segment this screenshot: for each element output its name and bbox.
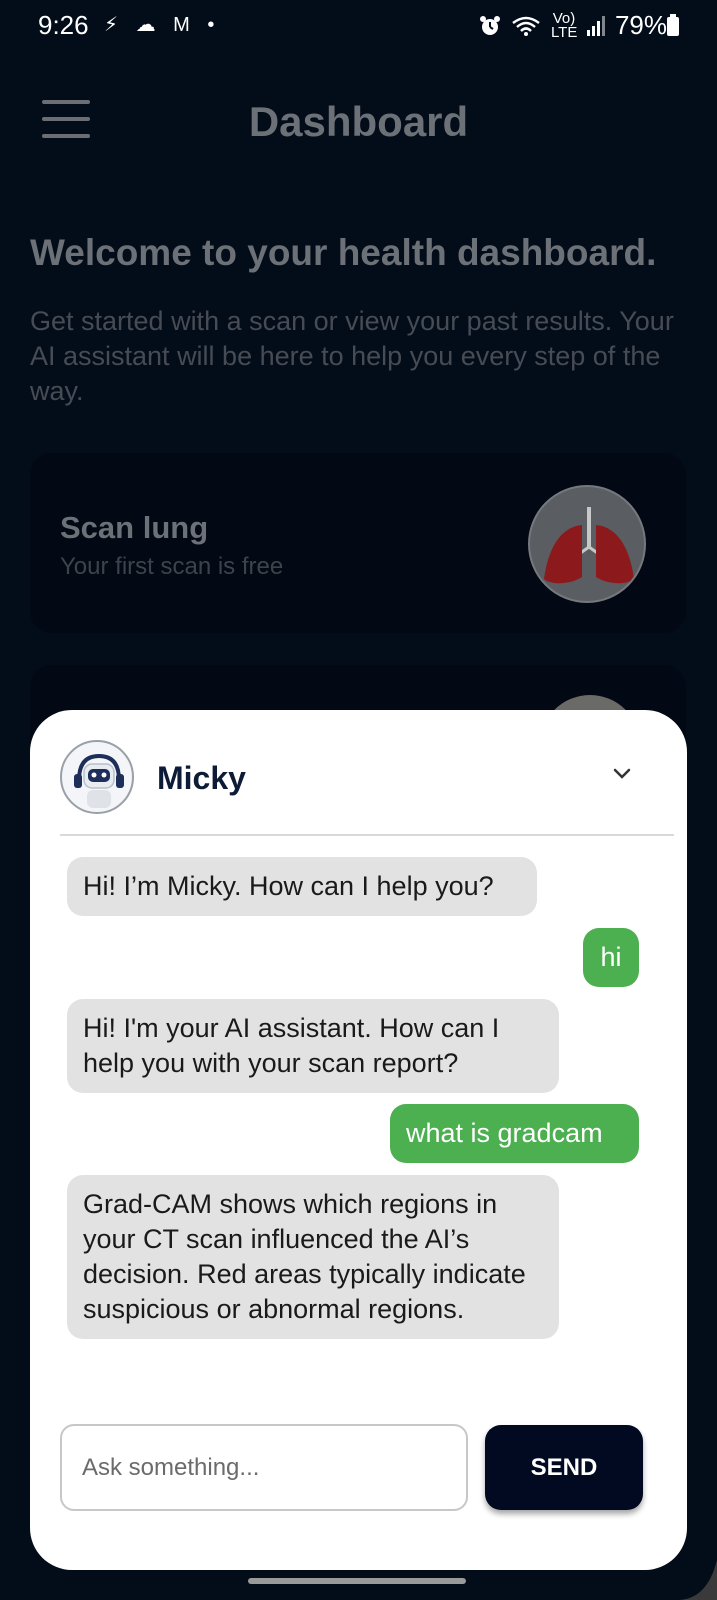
user-message: hi [583, 928, 639, 987]
robot-avatar-icon [60, 740, 134, 814]
bot-message: Hi! I’m Micky. How can I help you? [67, 857, 537, 916]
welcome-heading: Welcome to your health dashboard. [30, 232, 657, 273]
scan-lung-card[interactable]: Scan lung Your first scan is free [30, 453, 686, 633]
scan-card-subtitle: Your first scan is free [60, 553, 284, 580]
user-message: what is gradcam [390, 1104, 639, 1163]
chat-divider [60, 834, 674, 836]
chat-header: Micky [30, 710, 687, 836]
chat-panel: Micky Hi! I’m Micky. How can I help you?… [30, 710, 687, 1570]
home-indicator[interactable] [248, 1578, 466, 1584]
chevron-down-icon[interactable] [608, 762, 636, 786]
screen-corner [677, 1560, 717, 1600]
scan-card-title: Scan lung [60, 510, 209, 545]
bot-message: Hi! I'm your AI assistant. How can I hel… [67, 999, 559, 1093]
send-button[interactable]: SEND [485, 1425, 643, 1510]
ask-input[interactable] [60, 1424, 468, 1511]
bot-name: Micky [157, 760, 246, 796]
welcome-subtext: Get started with a scan or view your pas… [30, 306, 674, 406]
lungs-icon [528, 485, 646, 603]
page-title: Dashboard [248, 98, 469, 145]
bot-message: Grad-CAM shows which regions in your CT … [67, 1175, 559, 1339]
